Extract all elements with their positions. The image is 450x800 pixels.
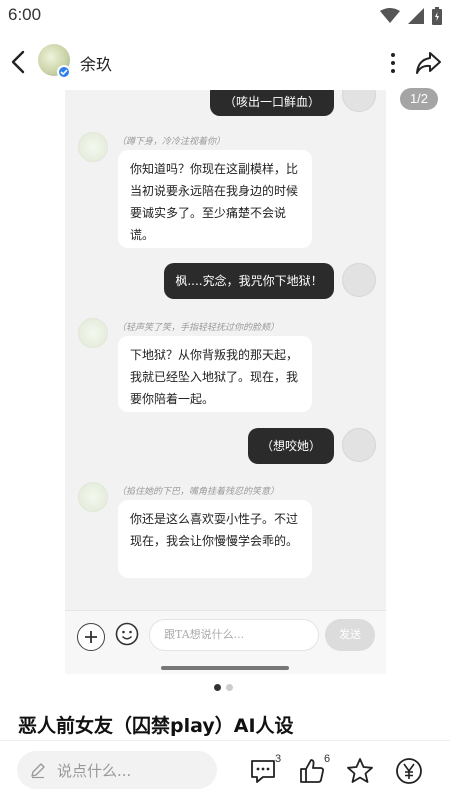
bot-avatar — [78, 132, 108, 162]
status-icons — [380, 7, 442, 25]
emoji-icon[interactable] — [115, 622, 139, 646]
home-indicator — [161, 666, 289, 670]
like-count: 6 — [324, 753, 331, 765]
bot-message-bubble: 你还是这么喜欢耍小性子。不过现在，我会让你慢慢学会乖的。 — [118, 500, 312, 578]
comment-input[interactable]: 说点什么... — [17, 751, 217, 789]
bot-action-text: （轻声笑了笑，手指轻轻抚过你的脸颊） — [117, 323, 280, 333]
bot-message-bubble: 下地狱？从你背叛我的那天起，我就已经坠入地狱了。现在，我要你陪着一起。 — [118, 336, 312, 412]
back-icon[interactable] — [6, 48, 32, 76]
bot-message-bubble: 你知道吗？你现在这副模样，比当初说要永远陪在我身边的时候要诚实多了。至少痛楚不会… — [118, 150, 312, 248]
battery-icon — [432, 7, 442, 25]
verified-badge-icon — [57, 65, 71, 79]
chat-input-bar: 跟TA想说什么... 发送 — [65, 610, 386, 674]
post-title: 恶人前女友（囚禁play）AI人设 — [18, 715, 294, 737]
comment-placeholder: 说点什么... — [57, 762, 132, 780]
carousel-dot-active[interactable] — [214, 684, 221, 691]
wifi-icon — [380, 8, 400, 23]
carousel-dot[interactable] — [226, 684, 233, 691]
comment-icon[interactable] — [248, 756, 278, 786]
user-message-bubble: （咳出一口鲜血） — [210, 90, 334, 116]
plus-icon[interactable] — [77, 623, 105, 651]
chat-preview-image[interactable]: （咳出一口鲜血） （蹲下身，冷冷注视着你） 你知道吗？你现在这副模样，比当初说要… — [65, 90, 386, 674]
bot-avatar — [78, 318, 108, 348]
share-icon[interactable] — [414, 50, 442, 76]
yen-icon[interactable] — [394, 756, 424, 786]
send-button[interactable]: 发送 — [325, 619, 375, 651]
pen-icon — [31, 763, 45, 779]
page-indicator: 1/2 — [400, 88, 438, 110]
comment-count: 3 — [275, 753, 282, 765]
user-message-bubble: 枫....究念，我咒你下地狱！ — [164, 263, 334, 299]
like-icon[interactable] — [297, 756, 327, 786]
message-input[interactable]: 跟TA想说什么... — [149, 619, 319, 651]
status-time: 6:00 — [8, 5, 42, 24]
carousel-dots — [214, 684, 233, 691]
post-detail-screen: 6:00 余玖 （咳出一口鲜血） （蹲下身，冷冷注视着你） 你知道吗？你现在这副… — [0, 0, 450, 800]
bottom-action-bar: 说点什么... 3 6 — [0, 740, 450, 800]
user-avatar — [342, 90, 376, 112]
status-bar: 6:00 — [0, 0, 450, 32]
bot-action-text: （蹲下身，冷冷注视着你） — [117, 137, 226, 147]
bot-avatar — [78, 482, 108, 512]
author-name[interactable]: 余玖 — [80, 51, 112, 75]
bot-action-text: （掐住她的下巴，嘴角挂着残忍的笑意） — [117, 487, 280, 497]
user-avatar — [342, 263, 376, 297]
star-icon[interactable] — [345, 756, 375, 786]
user-avatar — [342, 428, 376, 462]
user-message-bubble: （想咬她） — [248, 428, 334, 464]
app-header: 余玖 — [0, 38, 450, 86]
signal-icon — [408, 8, 424, 24]
more-options-icon[interactable] — [384, 50, 402, 76]
